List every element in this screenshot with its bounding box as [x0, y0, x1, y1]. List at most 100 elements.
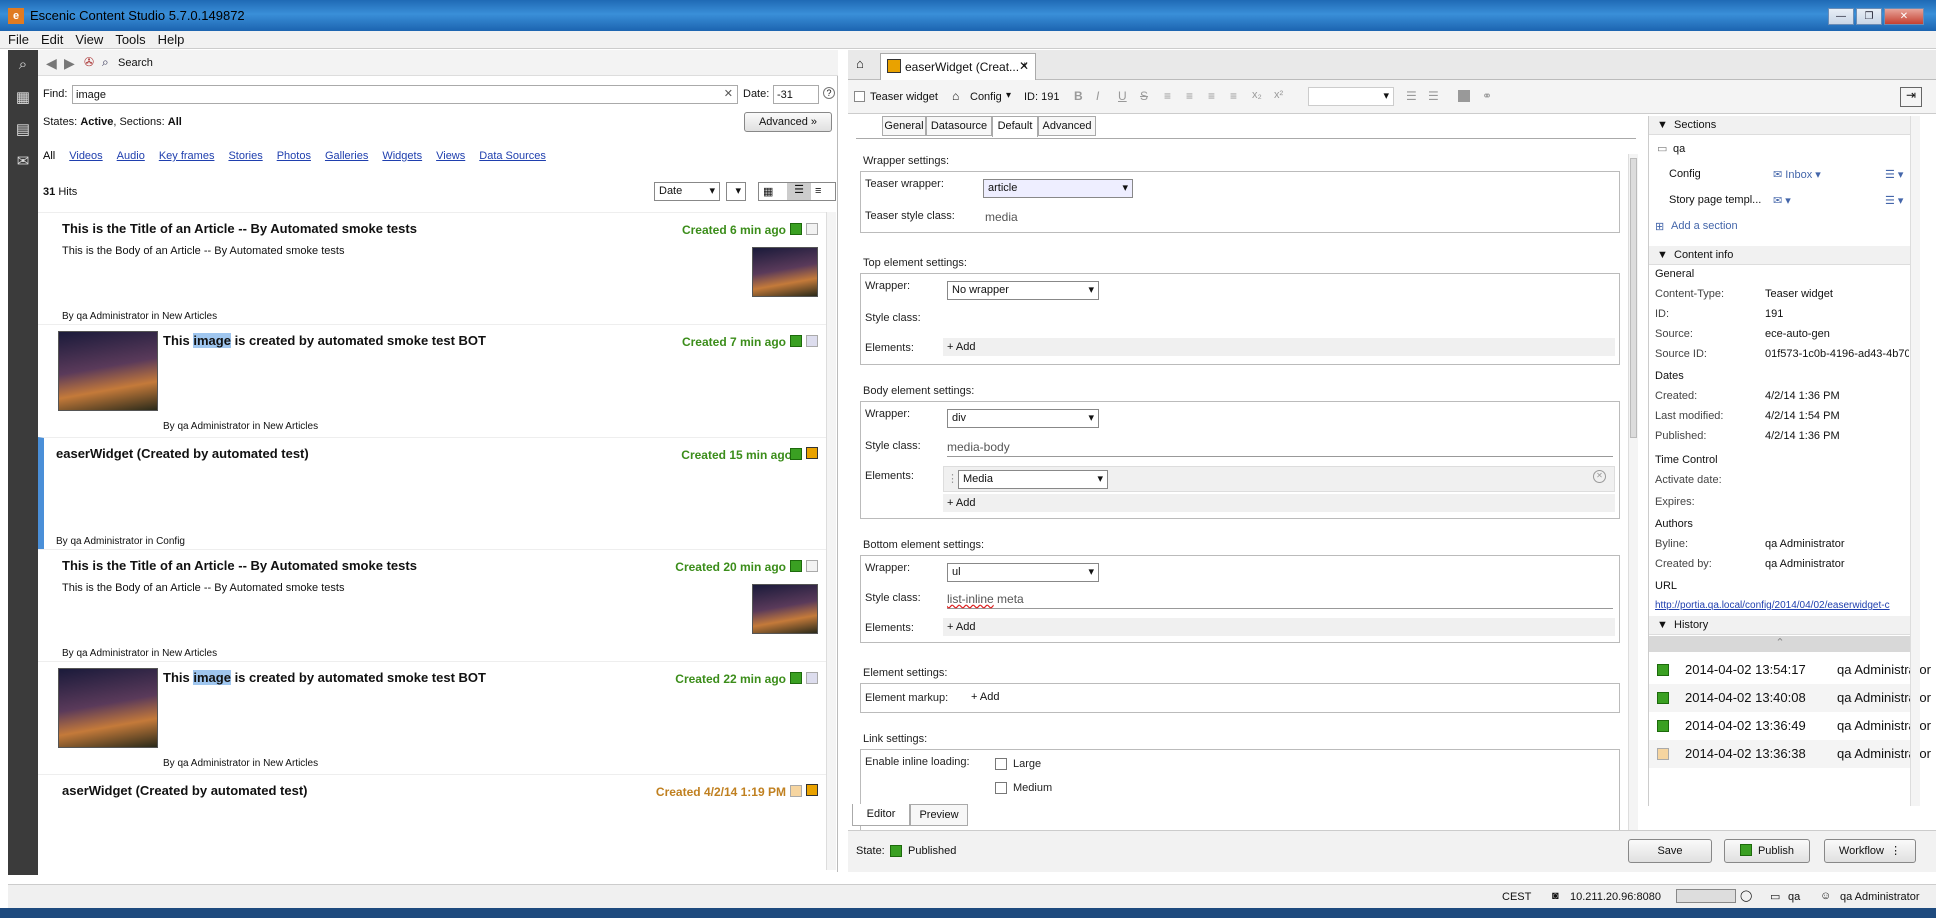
sort-direction-select[interactable] [726, 182, 746, 201]
sort-select[interactable]: Date [654, 182, 720, 201]
add-section-icon[interactable]: ⊞ [1655, 220, 1664, 233]
menu-file[interactable]: File [4, 31, 33, 48]
list-item[interactable]: This image is created by automated smoke… [38, 661, 828, 774]
gc-icon[interactable]: ◯ [1740, 889, 1752, 902]
section-label[interactable]: Config [970, 91, 1002, 103]
workflow-button[interactable]: Workflow ⋮ [1824, 839, 1916, 863]
history-row[interactable]: 2014-04-02 13:40:08 qa Administrator [1649, 684, 1931, 712]
teaser-wrapper-select[interactable]: article [983, 179, 1133, 198]
clear-icon[interactable]: ✕ [724, 87, 733, 100]
bottom-wrapper-select[interactable]: ul [947, 563, 1099, 582]
underline-icon[interactable]: U [1118, 89, 1127, 103]
filter-videos[interactable]: Videos [69, 150, 102, 162]
widget-checkbox[interactable] [854, 91, 865, 102]
exit-icon[interactable]: ⇥ [1900, 87, 1922, 107]
compact-view-icon[interactable]: ≡ [815, 185, 821, 197]
history-row[interactable]: 2014-04-02 13:36:49 qa Administrator [1649, 712, 1931, 740]
add-element-button[interactable]: + Add [943, 338, 1615, 356]
date-input[interactable]: -31 [773, 85, 819, 104]
body-wrapper-select[interactable]: div [947, 409, 1099, 428]
list-options-icon[interactable]: ☰ ▾ [1885, 168, 1903, 181]
content-url-link[interactable]: http://portia.qa.local/config/2014/04/02… [1655, 600, 1909, 611]
clipboard-icon[interactable]: ▤ [13, 120, 33, 140]
search-icon[interactable]: ⌕ [102, 55, 109, 70]
add-element-button[interactable]: + Add [943, 618, 1615, 636]
tab-datasource[interactable]: Datasource [926, 116, 992, 136]
tab-advanced[interactable]: Advanced [1038, 116, 1096, 136]
justify-icon[interactable]: ≡ [1230, 89, 1237, 103]
top-wrapper-select[interactable]: No wrapper [947, 281, 1099, 300]
add-element-button[interactable]: + Add [943, 494, 1615, 512]
advanced-button[interactable]: Advanced » [744, 112, 832, 132]
inbox-label[interactable]: ✉ Inbox ▾ [1773, 168, 1821, 181]
mail-icon[interactable]: ✉ [13, 152, 33, 172]
filter-key-frames[interactable]: Key frames [159, 150, 215, 162]
subscript-icon[interactable]: x₂ [1252, 89, 1262, 101]
tab-general[interactable]: General [882, 116, 926, 136]
close-tab-icon[interactable]: ✕ [1019, 59, 1029, 73]
bookmark-icon[interactable]: ✇ [84, 55, 94, 69]
align-left-icon[interactable]: ≡ [1164, 89, 1171, 103]
list-item[interactable]: This is the Title of an Article -- By Au… [38, 212, 828, 324]
filter-widgets[interactable]: Widgets [382, 150, 422, 162]
bullet-list-icon[interactable]: ☰ [1406, 89, 1417, 103]
filter-galleries[interactable]: Galleries [325, 150, 368, 162]
filter-photos[interactable]: Photos [277, 150, 311, 162]
search-button[interactable]: Search [118, 57, 153, 69]
menu-view[interactable]: View [71, 31, 107, 48]
history-header[interactable]: ▼ History [1649, 616, 1911, 635]
body-element-select[interactable]: Media [958, 470, 1108, 489]
grid-view-icon[interactable]: ▦ [763, 185, 773, 198]
tab-editor[interactable]: Editor [852, 804, 910, 826]
minimize-button[interactable]: — [1828, 8, 1854, 25]
editor-tab[interactable]: easerWidget (Creat... * ✕ [880, 53, 1036, 80]
drag-handle-icon[interactable]: ⋮ [947, 472, 958, 485]
history-row[interactable]: 2014-04-02 13:54:17 qa Administrator [1649, 656, 1931, 684]
table-icon[interactable] [1458, 90, 1470, 102]
form-scrollbar[interactable] [1628, 154, 1638, 854]
maximize-button[interactable]: ❐ [1856, 8, 1882, 25]
list-options-icon[interactable]: ☰ ▾ [1885, 194, 1903, 207]
teaser-style-input[interactable]: media [985, 210, 1018, 224]
find-input[interactable]: image ✕ [72, 85, 738, 104]
tab-preview[interactable]: Preview [910, 804, 968, 826]
remove-element-icon[interactable]: ✕ [1593, 470, 1606, 483]
help-icon[interactable]: ? [823, 87, 835, 99]
list-item[interactable]: aserWidget (Created by automated test) C… [38, 774, 828, 870]
add-section-link[interactable]: Add a section [1671, 220, 1738, 232]
sidebar-scrollbar[interactable] [1910, 116, 1920, 806]
medium-checkbox[interactable] [995, 782, 1007, 794]
list-item[interactable]: This is the Title of an Article -- By Au… [38, 549, 828, 661]
strikethrough-icon[interactable]: S [1140, 89, 1148, 103]
publish-button[interactable]: Publish [1724, 839, 1810, 863]
menu-help[interactable]: Help [154, 31, 189, 48]
numbered-list-icon[interactable]: ☰ [1428, 89, 1439, 103]
filter-all[interactable]: All [43, 150, 55, 162]
close-window-button[interactable]: ✕ [1884, 8, 1924, 25]
filter-views[interactable]: Views [436, 150, 465, 162]
history-row[interactable]: 2014-04-02 13:36:38 qa Administrator [1649, 740, 1931, 768]
results-scrollbar[interactable] [826, 212, 836, 870]
menu-tools[interactable]: Tools [111, 31, 149, 48]
save-button[interactable]: Save [1628, 839, 1712, 863]
story-page-mail-icon[interactable]: ✉ ▾ [1773, 194, 1791, 207]
tab-default[interactable]: Default [992, 116, 1038, 137]
filter-stories[interactable]: Stories [228, 150, 262, 162]
sections-header[interactable]: ▼ Sections [1649, 116, 1911, 135]
body-style-input[interactable]: media-body [947, 440, 1613, 457]
home-icon[interactable]: ⌂ [856, 56, 864, 71]
link-icon[interactable]: ⚭ [1482, 89, 1492, 103]
filter-data-sources[interactable]: Data Sources [479, 150, 546, 162]
filter-audio[interactable]: Audio [117, 150, 145, 162]
chevron-down-icon[interactable]: ▾ [1006, 90, 1011, 101]
large-checkbox[interactable] [995, 758, 1007, 770]
content-info-header[interactable]: ▼ Content info [1649, 246, 1911, 265]
format-select[interactable] [1308, 87, 1394, 106]
italic-icon[interactable]: I [1096, 89, 1099, 103]
list-view-icon[interactable]: ☰ [787, 183, 811, 200]
list-item[interactable]: This image is created by automated smoke… [38, 324, 828, 437]
align-center-icon[interactable]: ≡ [1186, 89, 1193, 103]
superscript-icon[interactable]: x² [1274, 89, 1283, 101]
back-arrow-icon[interactable]: ◀ [46, 55, 57, 72]
menu-edit[interactable]: Edit [37, 31, 67, 48]
